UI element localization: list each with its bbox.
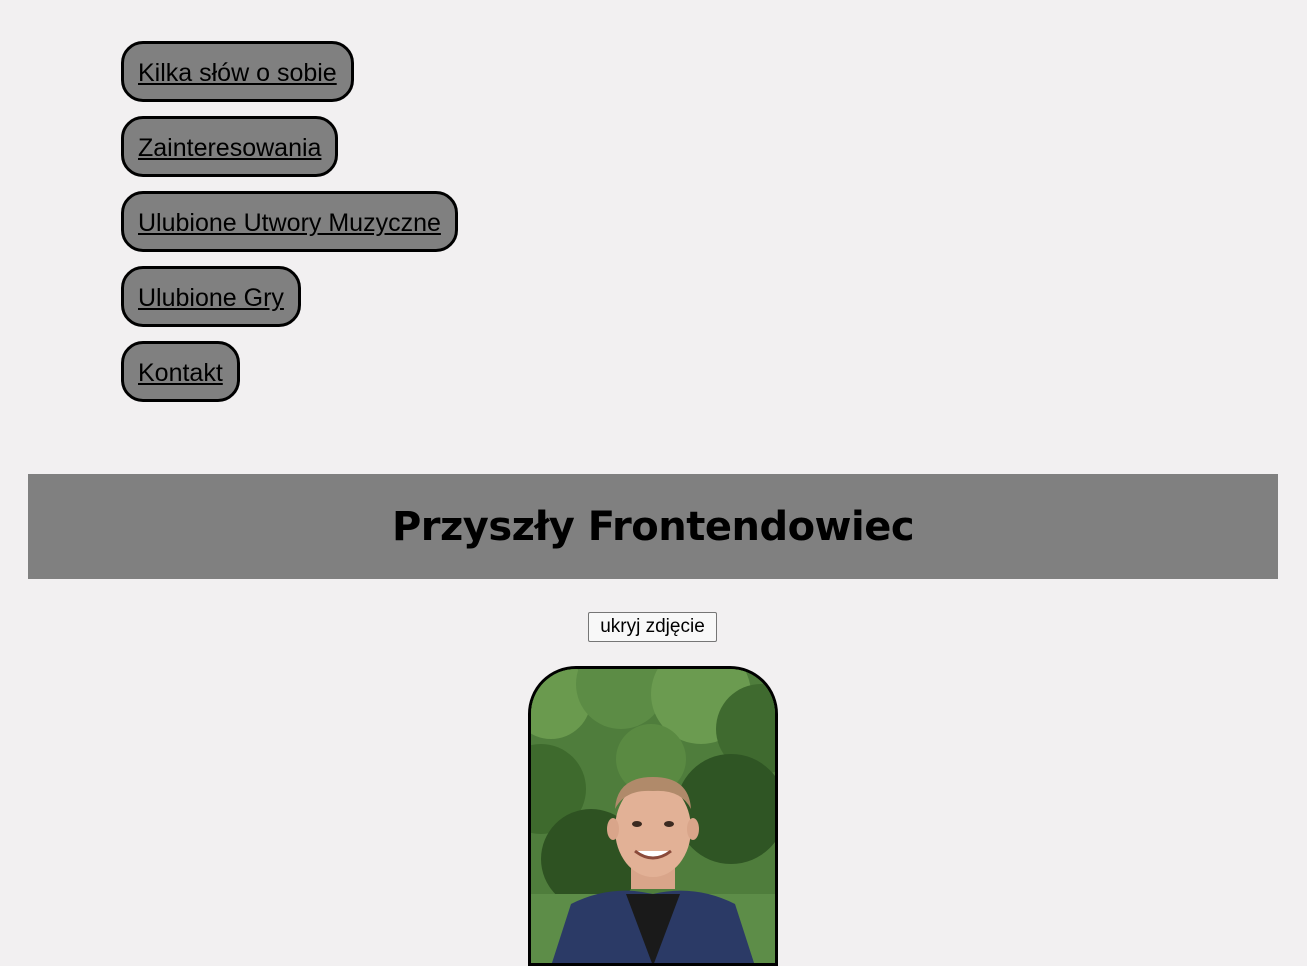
nav-item: Ulubione Gry bbox=[121, 266, 458, 327]
page-title: Przyszły Frontendowiec bbox=[391, 503, 915, 550]
nav-link-favorite-games[interactable]: Ulubione Gry bbox=[121, 266, 301, 327]
nav-item: Ulubione Utwory Muzyczne bbox=[121, 191, 458, 252]
nav-link-interests[interactable]: Zainteresowania bbox=[121, 116, 339, 177]
profile-photo bbox=[528, 666, 778, 966]
nav-link-favorite-music[interactable]: Ulubione Utwory Muzyczne bbox=[121, 191, 458, 252]
nav-item: Kilka słów o sobie bbox=[121, 41, 458, 102]
nav-link-about[interactable]: Kilka słów o sobie bbox=[121, 41, 354, 102]
title-banner: Przyszły Frontendowiec bbox=[28, 474, 1278, 579]
nav-item: Zainteresowania bbox=[121, 116, 458, 177]
nav-link-contact[interactable]: Kontakt bbox=[121, 341, 240, 402]
main-nav: Kilka słów o sobie Zainteresowania Ulubi… bbox=[121, 41, 458, 416]
profile-photo-image bbox=[531, 669, 775, 963]
nav-item: Kontakt bbox=[121, 341, 458, 402]
hide-photo-button[interactable]: ukryj zdjęcie bbox=[588, 612, 717, 642]
